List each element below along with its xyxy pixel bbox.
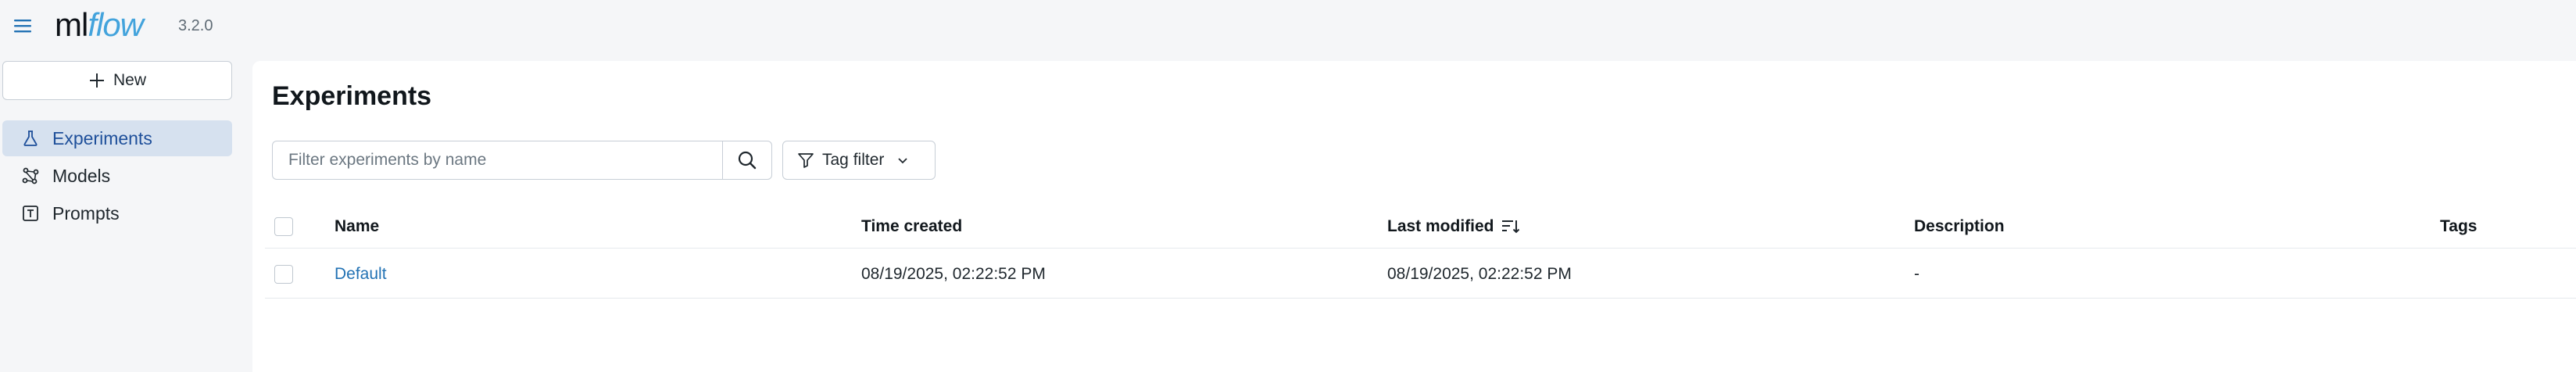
time-created-cell: 08/19/2025, 02:22:52 PM	[861, 264, 1046, 283]
table-header: Name Time created Last modified Descript…	[265, 205, 2576, 249]
sidebar: New Experiments Models Prompts	[0, 52, 250, 372]
main-panel: Experiments Tag filter Name Time created…	[252, 61, 2576, 372]
chevron-down-icon	[898, 158, 908, 164]
mlflow-logo[interactable]: ml flow	[55, 5, 144, 45]
select-all-checkbox[interactable]	[274, 216, 293, 236]
search-group	[272, 141, 772, 180]
sidebar-item-prompts[interactable]: Prompts	[2, 195, 232, 231]
top-bar: ml flow 3.2.0	[0, 0, 2576, 52]
select-all-cell	[274, 205, 293, 248]
plus-icon	[89, 73, 104, 88]
hamburger-menu-icon[interactable]	[13, 16, 33, 36]
filter-icon	[798, 153, 814, 168]
search-button[interactable]	[722, 141, 772, 180]
new-button-label: New	[113, 71, 146, 89]
last-modified-cell: 08/19/2025, 02:22:52 PM	[1387, 264, 1572, 283]
row-checkbox[interactable]	[274, 264, 293, 284]
tag-filter-button[interactable]: Tag filter	[782, 141, 936, 180]
sidebar-item-label: Models	[52, 165, 111, 186]
table-row: Default 08/19/2025, 02:22:52 PM 08/19/20…	[265, 250, 2576, 299]
column-header-last-modified[interactable]: Last modified	[1387, 205, 1521, 248]
tag-filter-label: Tag filter	[822, 151, 885, 169]
sidebar-item-experiments[interactable]: Experiments	[2, 120, 232, 156]
column-header-name[interactable]: Name	[335, 205, 379, 248]
experiment-name-link[interactable]: Default	[335, 250, 387, 298]
column-header-tags[interactable]: Tags	[2440, 205, 2477, 248]
logo-flow-text: flow	[88, 6, 144, 43]
models-icon	[21, 166, 40, 185]
row-select-cell	[274, 250, 293, 298]
search-icon	[738, 151, 757, 170]
sidebar-item-label: Prompts	[52, 202, 120, 224]
search-input[interactable]	[272, 141, 722, 180]
sidebar-item-models[interactable]: Models	[2, 158, 232, 194]
beaker-icon	[21, 129, 40, 148]
sidebar-item-label: Experiments	[52, 127, 152, 148]
column-header-time-created[interactable]: Time created	[861, 205, 962, 248]
new-button[interactable]: New	[2, 61, 232, 100]
prompts-icon	[21, 204, 40, 223]
description-cell: -	[1914, 264, 1919, 283]
column-header-description[interactable]: Description	[1914, 205, 2005, 248]
version-label: 3.2.0	[178, 17, 213, 34]
sort-descending-icon	[1501, 220, 1519, 233]
page-title: Experiments	[272, 81, 432, 111]
column-header-label: Last modified	[1387, 216, 1494, 235]
logo-ml-text: ml	[55, 6, 88, 43]
